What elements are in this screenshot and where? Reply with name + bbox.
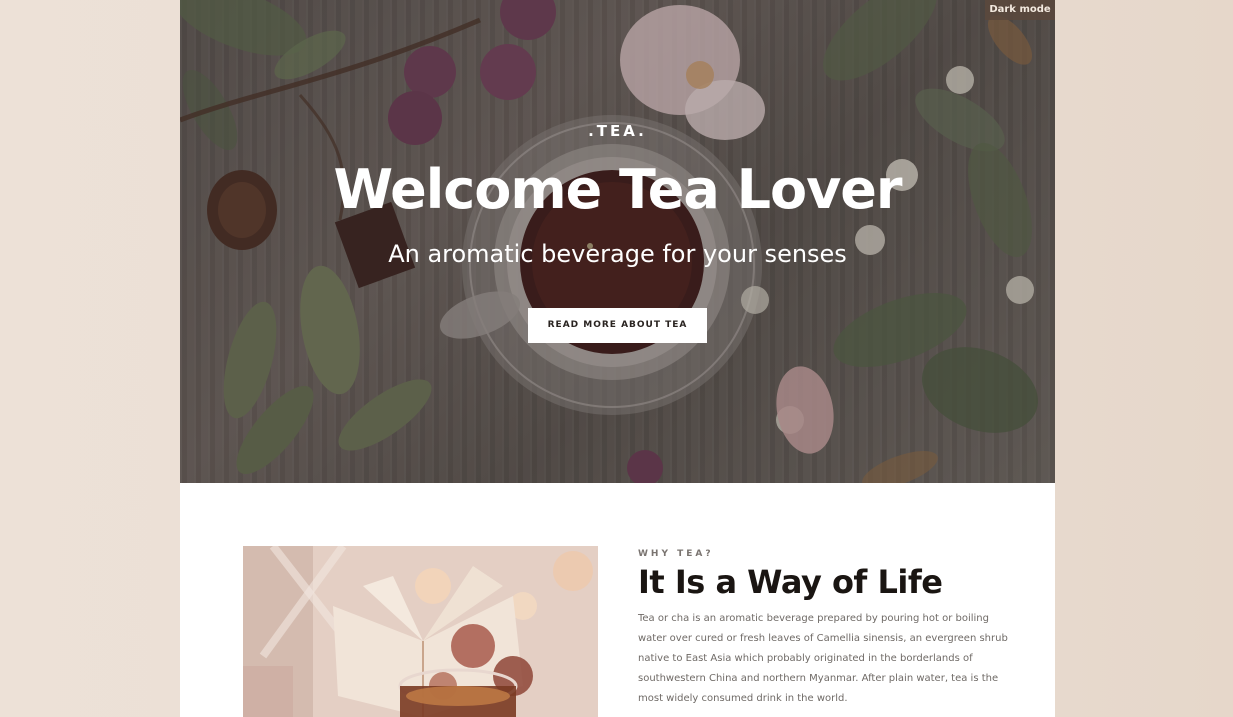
dark-mode-toggle[interactable]: Dark mode (985, 0, 1055, 20)
hero-subtitle: An aromatic beverage for your senses (388, 240, 847, 268)
tea-and-book-image (243, 546, 598, 717)
section-title: It Is a Way of Life (638, 563, 943, 601)
about-text-block: WHY TEA? It Is a Way of Life Tea or cha … (638, 549, 1008, 709)
hero-section: Dark mode .TEA. Welcome Tea Lover An aro… (180, 0, 1055, 483)
section-eyebrow: WHY TEA? (638, 549, 714, 559)
read-more-button[interactable]: READ MORE ABOUT TEA (528, 308, 707, 343)
page-content: Dark mode .TEA. Welcome Tea Lover An aro… (180, 0, 1055, 717)
brand-logo-text: .TEA. (588, 122, 647, 140)
tea-and-book-illustration (243, 546, 598, 717)
section-body-text: Tea or cha is an aromatic beverage prepa… (638, 613, 1008, 704)
about-section: WHY TEA? It Is a Way of Life Tea or cha … (180, 483, 1055, 717)
hero-title: Welcome Tea Lover (333, 158, 902, 221)
